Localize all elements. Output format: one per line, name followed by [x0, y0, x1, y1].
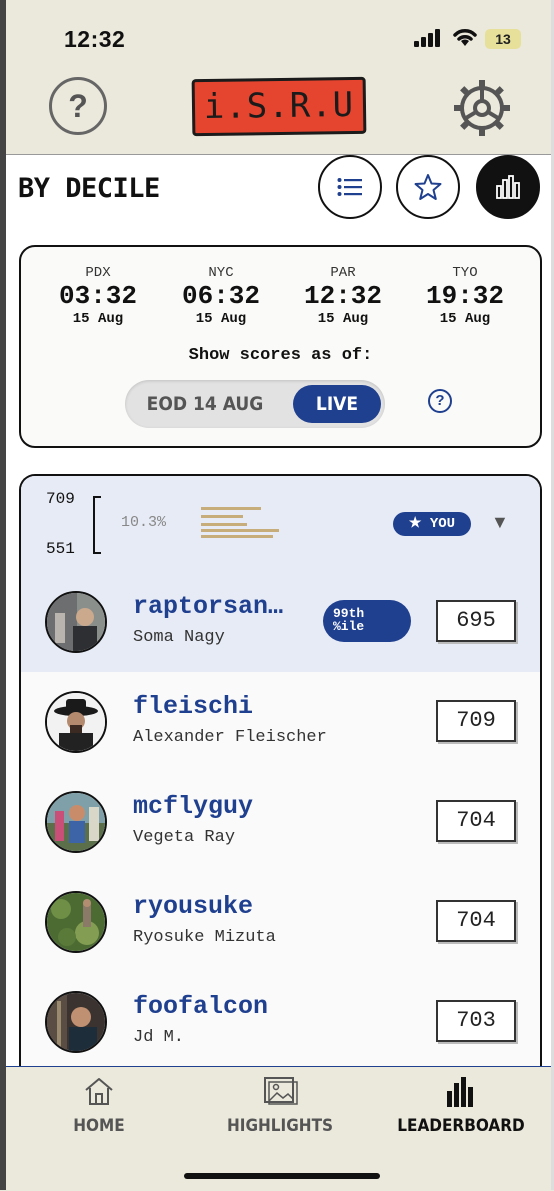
avatar — [45, 591, 107, 653]
highlights-image-icon — [264, 1077, 298, 1105]
status-time: 12:32 — [64, 26, 126, 52]
leaderboard-row[interactable]: fleischi Alexander Fleischer 709 — [21, 672, 540, 773]
battery-level: 13 — [485, 29, 521, 49]
star-icon — [414, 174, 442, 200]
toggle-help-icon[interactable]: ? — [428, 389, 452, 413]
timezone-code: NYC — [208, 265, 234, 281]
show-scores-label: Show scores as of: — [188, 346, 373, 365]
leaderboard-bar-icon — [447, 1077, 473, 1107]
help-button[interactable]: ? — [49, 77, 107, 135]
avatar — [45, 791, 107, 853]
toggle-live-option[interactable]: LIVE — [293, 385, 381, 423]
distribution-bar — [201, 515, 243, 518]
username: foofalcon — [133, 992, 269, 1021]
bar-chart-icon — [496, 175, 520, 199]
score-box: 704 — [436, 900, 516, 942]
nav-leaderboard[interactable]: LEADERBOARD — [391, 1075, 531, 1136]
decile-range-low: 551 — [46, 540, 75, 558]
nav-highlights[interactable]: HIGHLIGHTS — [212, 1075, 348, 1136]
app-logo: i.S.R.U — [191, 76, 367, 137]
score-box: 709 — [436, 700, 516, 742]
decile-header[interactable]: 709 551 10.3% ★ YOU ▼ — [21, 476, 540, 573]
decile-view-button[interactable] — [476, 155, 540, 219]
timezone-tyo: TYO 19:32 15 Aug — [410, 265, 520, 327]
time-zone-card: PDX 03:32 15 Aug NYC 06:32 15 Aug PAR 12… — [19, 245, 542, 448]
timezone-code: PDX — [85, 265, 111, 281]
leaderboard-row[interactable]: mcflyguy Vegeta Ray 704 — [21, 772, 540, 873]
nav-home-label: HOME — [73, 1116, 125, 1136]
timezone-pdx: PDX 03:32 15 Aug — [43, 265, 153, 327]
title-row: BY DECILE — [6, 155, 551, 227]
home-indicator — [184, 1173, 380, 1179]
real-name: Soma Nagy — [133, 628, 225, 647]
percentile-badge: 99th %ile — [323, 600, 411, 642]
timezone-par: PAR 12:32 15 Aug — [288, 265, 398, 327]
leaderboard-row[interactable]: ryousuke Ryosuke Mizuta 704 — [21, 872, 540, 973]
timezone-date: 15 Aug — [72, 311, 124, 327]
avatar — [45, 691, 107, 753]
help-icon: ? — [68, 88, 88, 124]
distribution-bar — [201, 535, 273, 538]
distribution-bar — [201, 529, 279, 532]
nav-leaderboard-label: LEADERBOARD — [397, 1116, 525, 1136]
timezone-time: 12:32 — [303, 281, 382, 311]
timezone-nyc: NYC 06:32 15 Aug — [166, 265, 276, 327]
score-box: 704 — [436, 800, 516, 842]
range-bracket — [93, 496, 101, 554]
list-view-button[interactable] — [318, 155, 382, 219]
leaderboard-row[interactable]: foofalcon Jd M. 703 — [21, 972, 540, 1073]
avatar — [45, 991, 107, 1053]
username: mcflyguy — [133, 792, 254, 821]
list-icon — [337, 178, 362, 196]
username: ryousuke — [133, 892, 254, 921]
distribution-bar — [201, 507, 261, 510]
app-header: ? i.S.R.U — [6, 72, 551, 155]
you-badge: ★ YOU — [393, 512, 471, 536]
username: fleischi — [133, 692, 254, 721]
expand-caret-icon[interactable]: ▼ — [491, 512, 509, 533]
score-box: 695 — [436, 600, 516, 642]
cellular-signal-icon — [414, 29, 440, 47]
timezone-time: 19:32 — [425, 281, 504, 311]
timezone-date: 15 Aug — [439, 311, 491, 327]
status-bar: 12:32 13 — [6, 0, 551, 72]
page-title: BY DECILE — [18, 173, 160, 204]
timezone-date: 15 Aug — [195, 311, 247, 327]
real-name: Vegeta Ray — [133, 828, 236, 847]
settings-gear-icon[interactable] — [450, 76, 514, 140]
nav-home[interactable]: HOME — [54, 1075, 144, 1136]
timezone-code: PAR — [330, 265, 356, 281]
leaderboard-row[interactable]: raptorsan… Soma Nagy 99th %ile 695 — [21, 572, 540, 673]
distribution-bar — [201, 523, 247, 526]
timezone-date: 15 Aug — [317, 311, 369, 327]
timezone-time: 03:32 — [58, 281, 137, 311]
score-time-toggle: EOD 14 AUG LIVE — [125, 380, 385, 428]
wifi-icon — [453, 29, 477, 46]
home-icon — [85, 1078, 113, 1105]
leaderboard-card: 709 551 10.3% ★ YOU ▼ raptorsan… Soma Na… — [19, 474, 542, 1074]
decile-percent: 10.3% — [121, 514, 167, 531]
bottom-nav: HOME HIGHLIGHTS LEADERBOARD — [6, 1066, 551, 1191]
real-name: Jd M. — [133, 1028, 185, 1047]
score-box: 703 — [436, 1000, 516, 1042]
timezone-time: 06:32 — [181, 281, 260, 311]
nav-highlights-label: HIGHLIGHTS — [226, 1116, 334, 1136]
favorites-view-button[interactable] — [396, 155, 460, 219]
avatar — [45, 891, 107, 953]
real-name: Ryosuke Mizuta — [133, 928, 276, 947]
timezone-code: TYO — [452, 265, 478, 281]
decile-range-high: 709 — [46, 490, 75, 508]
username: raptorsan… — [133, 592, 284, 621]
toggle-eod-option[interactable]: EOD 14 AUG — [135, 385, 275, 423]
percentile-unit: %ile — [333, 619, 365, 634]
real-name: Alexander Fleischer — [133, 728, 327, 747]
